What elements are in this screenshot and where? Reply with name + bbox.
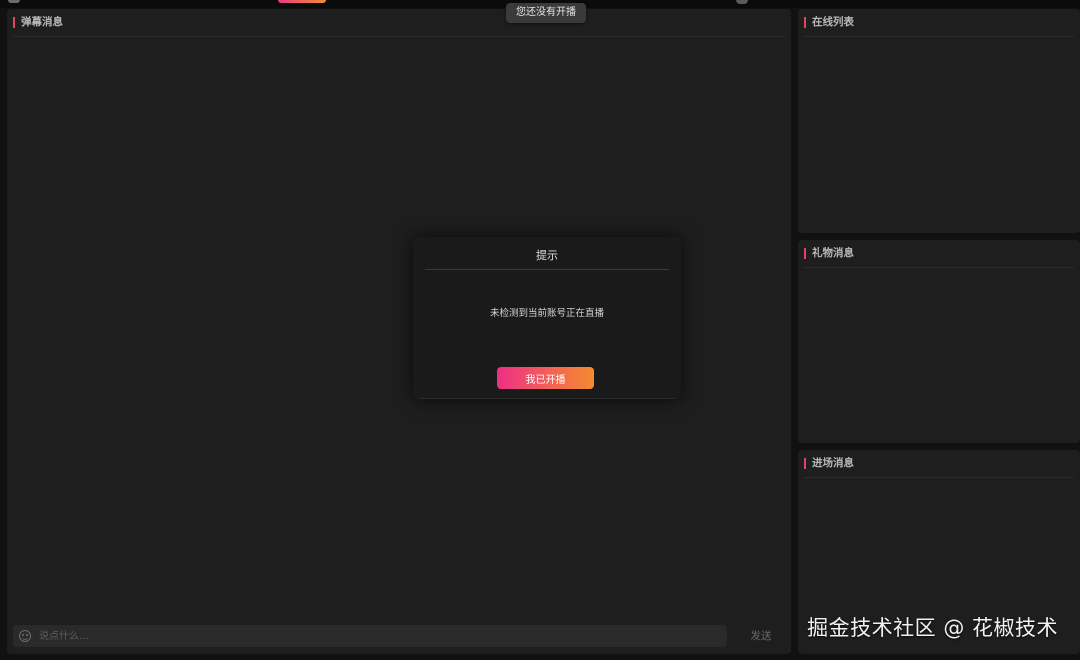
- enter-message-panel-divider: [804, 477, 1074, 478]
- danmu-panel-divider: [13, 36, 785, 37]
- enter-message-panel-title: 进场消息: [804, 458, 854, 469]
- chat-input[interactable]: [39, 625, 719, 647]
- chat-input-box[interactable]: [13, 625, 727, 647]
- chat-input-row: 发送: [13, 625, 783, 647]
- send-button[interactable]: 发送: [741, 625, 781, 647]
- tip-modal: 提示 未检测到当前账号正在直播 我已开播: [413, 237, 681, 399]
- online-list-panel-divider: [804, 36, 1074, 37]
- gift-message-panel: 礼物消息: [798, 240, 1080, 443]
- top-bar-icon-edge[interactable]: [736, 0, 748, 4]
- danmu-panel-title: 弹幕消息: [13, 17, 63, 28]
- top-bar-live-button-edge[interactable]: [278, 0, 326, 3]
- modal-title: 提示: [536, 249, 558, 262]
- not-live-toast: 您还没有开播: [506, 3, 586, 23]
- watermark: 掘金技术社区 @ 花椒技术: [807, 616, 1058, 640]
- modal-bottom-divider: [419, 398, 675, 399]
- modal-message: 未检测到当前账号正在直播: [489, 308, 604, 319]
- top-bar-avatar-edge: [8, 0, 20, 3]
- confirm-live-button[interactable]: 我已开播: [497, 367, 594, 389]
- online-list-panel: 在线列表: [798, 9, 1080, 233]
- gift-message-panel-title: 礼物消息: [804, 248, 854, 259]
- online-list-panel-title: 在线列表: [804, 17, 854, 28]
- modal-divider: [425, 269, 669, 270]
- gift-message-panel-divider: [804, 267, 1074, 268]
- smiley-icon[interactable]: [19, 630, 31, 642]
